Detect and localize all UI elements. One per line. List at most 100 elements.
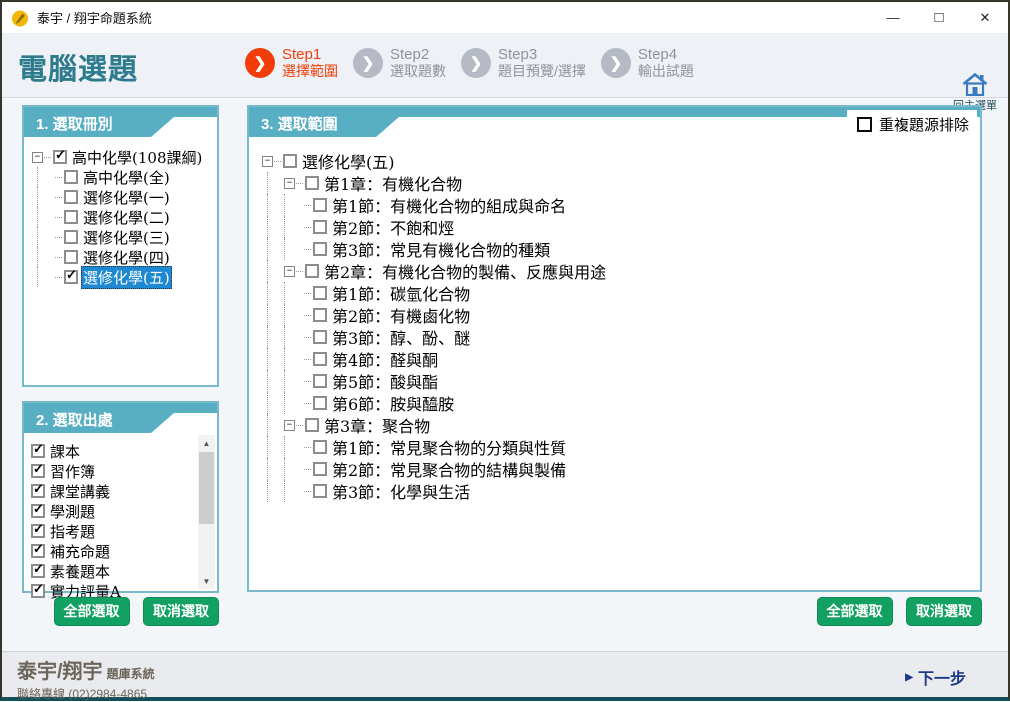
dedupe-checkbox-unchecked[interactable] — [857, 117, 872, 132]
checkbox-checked[interactable] — [31, 464, 45, 478]
tree-connector — [296, 183, 303, 184]
scroll-down-icon[interactable]: ▼ — [198, 573, 215, 589]
tree-item-label[interactable]: 第2節：不飽和烴 — [330, 215, 456, 239]
checkbox-unchecked[interactable] — [313, 440, 327, 454]
list-item-label[interactable]: 學測題 — [48, 501, 97, 522]
source-list: 課本 習作簿 課堂講義 學測題 指考題 — [24, 433, 217, 601]
tree-item-label[interactable]: 第1節：常見聚合物的分類與性質 — [330, 435, 568, 459]
tree-connector — [296, 271, 303, 272]
content-area: 1. 選取冊別 − 高中化學(108課綱) 高中化學(全) — [2, 98, 1008, 651]
checkbox-unchecked[interactable] — [313, 286, 327, 300]
collapse-icon[interactable]: − — [284, 420, 295, 431]
close-icon[interactable]: ✕ — [962, 2, 1008, 33]
checkbox-checked[interactable] — [31, 544, 45, 558]
scroll-up-icon[interactable]: ▲ — [198, 435, 215, 451]
checkbox-unchecked[interactable] — [313, 352, 327, 366]
scrollbar[interactable]: ▲ ▼ — [198, 435, 215, 589]
tree-item-label[interactable]: 第5節：酸與酯 — [330, 369, 440, 393]
checkbox-unchecked[interactable] — [64, 190, 78, 204]
checkbox-unchecked[interactable] — [313, 330, 327, 344]
tree-item-label[interactable]: 第1節：有機化合物的組成與命名 — [330, 193, 568, 217]
checkbox-unchecked[interactable] — [64, 230, 78, 244]
tree-item-label[interactable]: 選修化學(五) — [300, 149, 397, 173]
checkbox-unchecked[interactable] — [313, 396, 327, 410]
checkbox-unchecked[interactable] — [64, 170, 78, 184]
tree-item-label[interactable]: 第2章：有機化合物的製備、反應與用途 — [322, 259, 608, 283]
step-2[interactable]: ❯ Step2 選取題數 — [353, 46, 446, 79]
step-4-name: Step4 — [638, 46, 694, 63]
deselect-all-scope-button[interactable]: 取消選取 — [906, 597, 982, 626]
next-step-button[interactable]: ▶ 下一步 — [905, 665, 966, 689]
checkbox-unchecked[interactable] — [64, 210, 78, 224]
tree-item-label[interactable]: 選修化學(四) — [81, 247, 172, 268]
tree-item: 第2節：有機鹵化物 — [262, 304, 978, 326]
checkbox-checked[interactable] — [31, 524, 45, 538]
tree-item-label[interactable]: 第3節：醇、酚、醚 — [330, 325, 472, 349]
checkbox-unchecked[interactable] — [313, 220, 327, 234]
checkbox-checked[interactable] — [31, 444, 45, 458]
tree-item-label[interactable]: 第2節：有機鹵化物 — [330, 303, 472, 327]
collapse-icon[interactable]: − — [284, 178, 295, 189]
tree-item-label[interactable]: 選修化學(五) — [81, 266, 172, 289]
tree-item-label[interactable]: 第3章：聚合物 — [322, 413, 432, 437]
list-item-label[interactable]: 素養題本 — [48, 561, 112, 582]
dedupe-label[interactable]: 重複題源排除 — [879, 114, 969, 135]
collapse-icon[interactable]: − — [262, 156, 273, 167]
checkbox-unchecked[interactable] — [64, 250, 78, 264]
checkbox-unchecked[interactable] — [313, 198, 327, 212]
select-all-scope-button[interactable]: 全部選取 — [817, 597, 893, 626]
chevron-right-icon: ❯ — [353, 48, 383, 78]
checkbox-checked[interactable] — [31, 504, 45, 518]
checkbox-unchecked[interactable] — [313, 242, 327, 256]
list-item-label[interactable]: 課堂講義 — [48, 481, 112, 502]
checkbox-unchecked[interactable] — [305, 418, 319, 432]
tree-item-label[interactable]: 第1章：有機化合物 — [322, 171, 464, 195]
deselect-all-sources-button[interactable]: 取消選取 — [143, 597, 219, 626]
tree-item-label[interactable]: 第2節：常見聚合物的結構與製備 — [330, 457, 568, 481]
step-4[interactable]: ❯ Step4 輸出試題 — [601, 46, 694, 79]
tree-item-label[interactable]: 第6節：胺與醯胺 — [330, 391, 456, 415]
step-3[interactable]: ❯ Step3 題目預覽/選擇 — [461, 46, 586, 79]
tree-connector — [284, 326, 303, 348]
brand-name: 泰宇/翔宇 — [17, 661, 103, 683]
checkbox-checked[interactable] — [64, 270, 78, 284]
select-all-sources-button[interactable]: 全部選取 — [54, 597, 130, 626]
list-item: 習作簿 — [31, 461, 195, 481]
collapse-icon[interactable]: − — [32, 152, 43, 163]
step-2-label: 選取題數 — [390, 63, 446, 79]
app-logo-icon — [11, 9, 29, 27]
checkbox-unchecked[interactable] — [305, 264, 319, 278]
tree-item-label[interactable]: 選修化學(二) — [81, 207, 172, 228]
tree-item-label[interactable]: 第3節：化學與生活 — [330, 479, 472, 503]
tree-item-label[interactable]: 第1節：碳氫化合物 — [330, 281, 472, 305]
list-item-label[interactable]: 習作簿 — [48, 461, 97, 482]
checkbox-unchecked[interactable] — [313, 462, 327, 476]
scrollbar-thumb[interactable] — [199, 452, 214, 524]
checkbox-unchecked[interactable] — [313, 484, 327, 498]
checkbox-unchecked[interactable] — [305, 176, 319, 190]
tree-item-label[interactable]: 第4節：醛與酮 — [330, 347, 440, 371]
tree-item: 高中化學(全) — [32, 167, 215, 187]
checkbox-checked[interactable] — [31, 584, 45, 598]
step-1[interactable]: ❯ Step1 選擇範圍 — [245, 46, 338, 79]
checkbox-checked[interactable] — [53, 150, 67, 164]
checkbox-unchecked[interactable] — [313, 308, 327, 322]
collapse-icon[interactable]: − — [284, 266, 295, 277]
tree-item-label[interactable]: 第3節：常見有機化合物的種類 — [330, 237, 552, 261]
tree-item: − 高中化學(108課綱) — [32, 147, 215, 167]
list-item-label[interactable]: 課本 — [48, 441, 82, 462]
step-4-label: 輸出試題 — [638, 63, 694, 79]
tree-item-label[interactable]: 高中化學(108課綱) — [70, 147, 204, 168]
list-item-label[interactable]: 指考題 — [48, 521, 97, 542]
checkbox-checked[interactable] — [31, 564, 45, 578]
chevron-right-icon: ❯ — [245, 48, 275, 78]
tree-item-label[interactable]: 選修化學(三) — [81, 227, 172, 248]
list-item-label[interactable]: 補充命題 — [48, 541, 112, 562]
minimize-icon[interactable]: — — [870, 2, 916, 33]
maximize-icon[interactable]: □ — [916, 2, 962, 33]
checkbox-checked[interactable] — [31, 484, 45, 498]
tree-item-label[interactable]: 高中化學(全) — [81, 167, 172, 188]
checkbox-unchecked[interactable] — [283, 154, 297, 168]
tree-item-label[interactable]: 選修化學(一) — [81, 187, 172, 208]
checkbox-unchecked[interactable] — [313, 374, 327, 388]
